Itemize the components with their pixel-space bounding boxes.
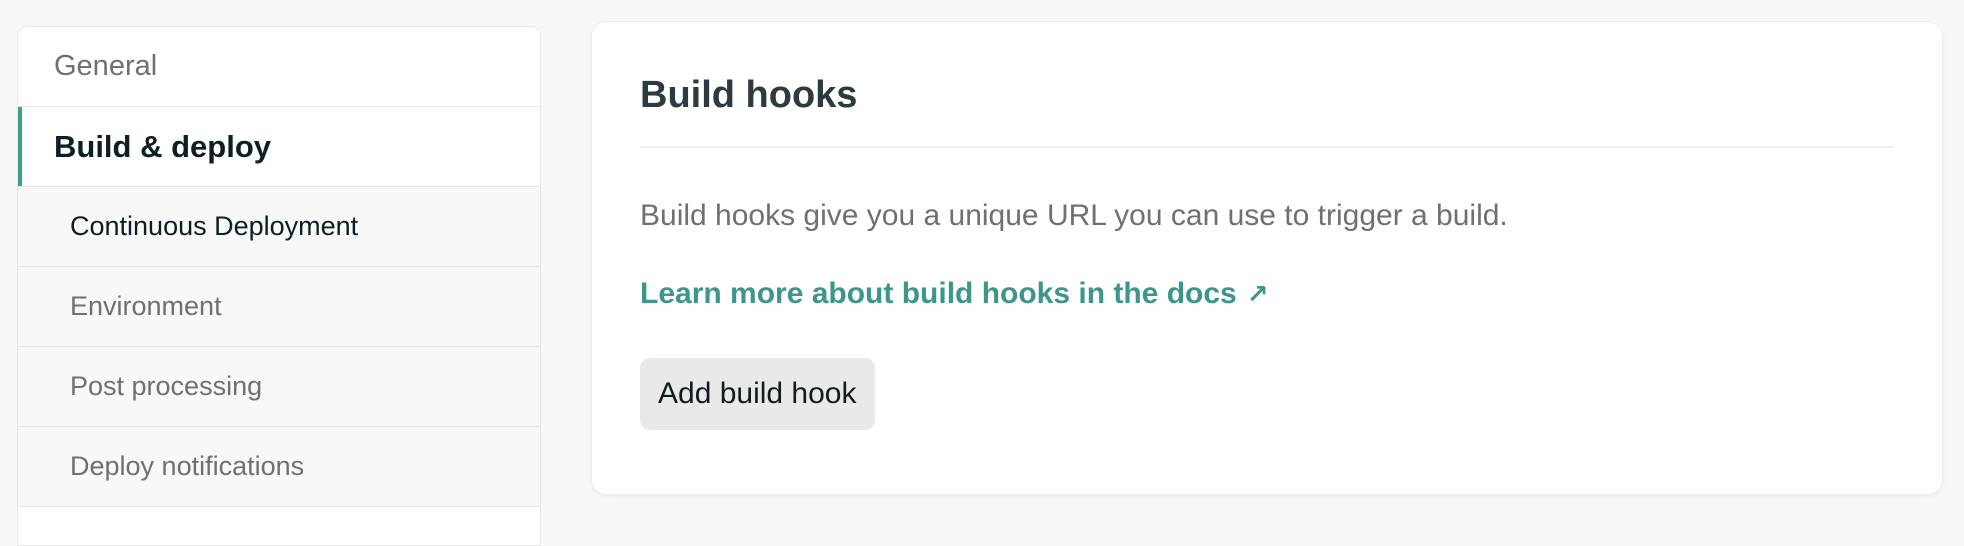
docs-link-label: Learn more about build hooks in the docs — [640, 277, 1237, 310]
sidebar-subitem-deploy-notifications[interactable]: Deploy notifications — [18, 427, 540, 507]
sidebar-item-general[interactable]: General — [18, 27, 540, 107]
sidebar-item-label: Build & deploy — [54, 128, 271, 164]
sidebar-subitem-label: Continuous Deployment — [70, 211, 359, 241]
build-hooks-card: Build hooks Build hooks give you a uniqu… — [592, 22, 1942, 494]
sidebar-subitem-label: Deploy notifications — [70, 451, 305, 481]
sidebar-subitem-label: Post processing — [70, 371, 263, 401]
sidebar-item-build-deploy[interactable]: Build & deploy — [18, 107, 540, 187]
section-title: Build hooks — [640, 22, 1894, 148]
docs-link[interactable]: Learn more about build hooks in the docs… — [640, 276, 1269, 312]
sidebar-subitem-post-processing[interactable]: Post processing — [18, 347, 540, 427]
sidebar-subitem-environment[interactable]: Environment — [18, 267, 540, 347]
section-description: Build hooks give you a unique URL you ca… — [640, 199, 1508, 232]
sidebar-item-label: General — [54, 50, 158, 82]
add-build-hook-button[interactable]: Add build hook — [640, 358, 875, 430]
settings-sidebar: General Build & deploy Continuous Deploy… — [17, 26, 541, 546]
sidebar-subitem-label: Environment — [70, 291, 222, 321]
external-link-icon: ↗ — [1246, 279, 1269, 309]
sidebar-subitem-continuous-deployment[interactable]: Continuous Deployment — [18, 187, 540, 267]
